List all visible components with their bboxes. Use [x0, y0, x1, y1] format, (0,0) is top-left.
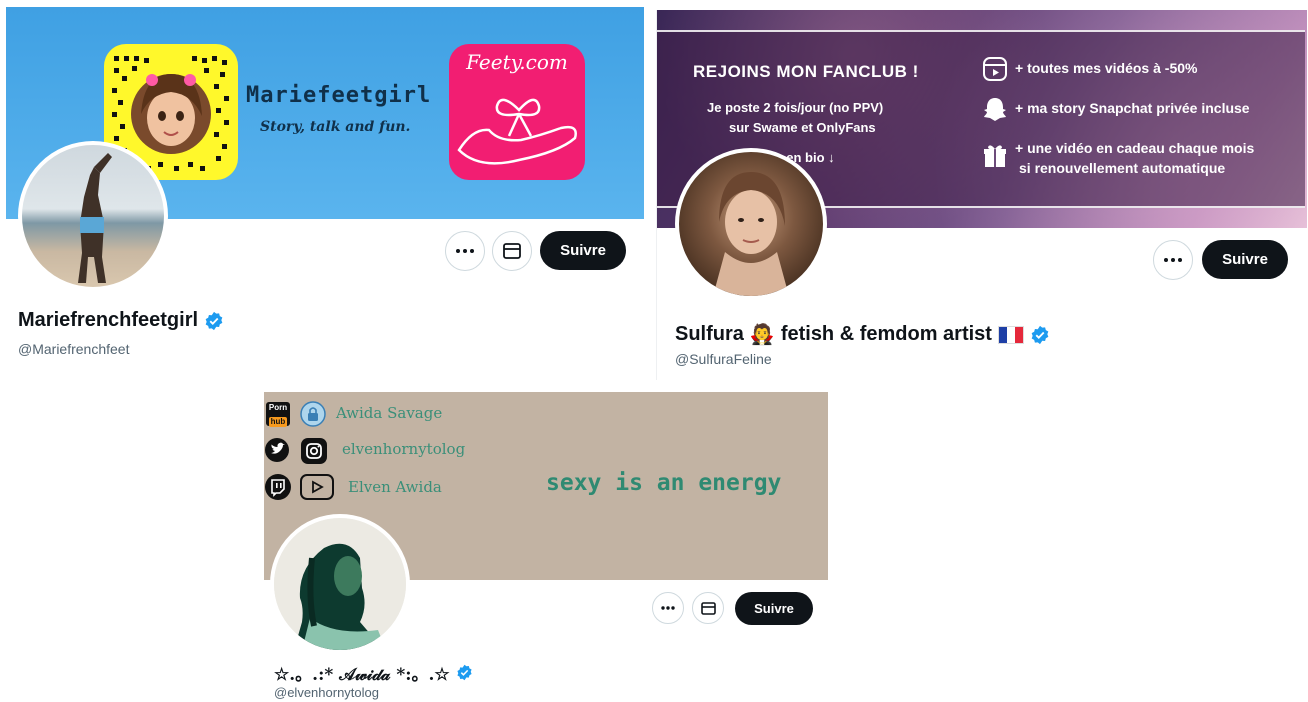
- twitter-icon: [265, 438, 289, 462]
- avatar[interactable]: [675, 148, 827, 300]
- display-name-part-1: Sulfura: [675, 323, 744, 345]
- verified-badge-icon: [457, 664, 472, 681]
- more-dots-icon: [661, 606, 675, 610]
- envelope-icon: [700, 601, 716, 615]
- banner-subline-1: Je poste 2 fois/jour (no PPV): [707, 100, 884, 115]
- banner-bullet-2: + ma story Snapchat privée incluse: [1015, 100, 1250, 116]
- brand-tagline: Story, talk and fun.: [260, 119, 411, 135]
- avatar[interactable]: [18, 141, 168, 291]
- profile-card-mariefrenchfeetgirl: Mariefeetgirl Story, talk and fun. Feety…: [6, 7, 644, 369]
- profile-card-sulfurafeline: REJOINS MON FANCLUB ! Je poste 2 fois/jo…: [656, 10, 1307, 380]
- message-button[interactable]: [492, 231, 532, 271]
- more-options-button[interactable]: [445, 231, 485, 271]
- display-name-text: Mariefrenchfeetgirl: [18, 309, 199, 331]
- profile-card-elvenhornytolog: Porn hub Awida Savage elvenhornytolog El…: [264, 392, 830, 700]
- vampire-emoji: 🧛: [749, 324, 775, 346]
- avatar[interactable]: [270, 514, 410, 654]
- lock-icon: [300, 401, 326, 427]
- banner-bullet-1: + toutes mes vidéos à -50%: [1015, 60, 1198, 76]
- follow-button[interactable]: Suivre: [735, 592, 813, 625]
- verified-badge-icon: [205, 311, 223, 330]
- display-name: Mariefrenchfeetgirl: [18, 309, 224, 332]
- banner-slogan: sexy is an energy: [546, 470, 782, 496]
- french-flag-icon: [997, 325, 1024, 344]
- more-options-button[interactable]: [1153, 240, 1193, 280]
- instagram-icon: [301, 438, 327, 464]
- follow-button[interactable]: Suivre: [1202, 240, 1288, 279]
- foot-ribbon-icon: [457, 98, 577, 165]
- banner-bullet-3a: + une vidéo en cadeau chaque mois: [1015, 140, 1255, 156]
- banner-headline: REJOINS MON FANCLUB !: [693, 62, 919, 81]
- banner-link-1: Awida Savage: [336, 404, 443, 422]
- pornhub-icon: Porn hub: [266, 402, 290, 427]
- display-name-part-2: fetish & femdom artist: [780, 323, 992, 345]
- feety-logo: Feety.com: [449, 44, 585, 180]
- brand-title: Mariefeetgirl: [246, 83, 432, 108]
- handle: @SulfuraFeline: [675, 351, 772, 367]
- display-name: ☆.。.:* 𝒜𝓌𝒾𝒹𝒶 *:。.☆: [274, 660, 473, 685]
- more-options-button[interactable]: [652, 592, 684, 624]
- banner-bullet-3b: si renouvellement automatique: [1019, 160, 1226, 176]
- more-dots-icon: [456, 249, 474, 253]
- follow-button[interactable]: Suivre: [540, 231, 626, 270]
- envelope-icon: [503, 243, 521, 259]
- feety-label: Feety.com: [466, 50, 568, 74]
- handle: @Mariefrenchfeet: [18, 341, 130, 357]
- gift-icon: [984, 145, 1006, 167]
- message-button[interactable]: [692, 592, 724, 624]
- handle: @elvenhornytolog: [274, 685, 379, 700]
- reels-icon: [983, 57, 1007, 81]
- display-name: Sulfura 🧛 fetish & femdom artist: [675, 322, 1050, 347]
- banner-subline-2: sur Swame et OnlyFans: [729, 120, 876, 135]
- twitch-icon: [265, 474, 291, 500]
- verified-badge-icon: [1031, 325, 1049, 344]
- more-dots-icon: [1164, 258, 1182, 262]
- banner-link-3: Elven Awida: [348, 478, 442, 496]
- youtube-icon: [300, 474, 334, 500]
- banner-link-2: elvenhornytolog: [342, 440, 466, 458]
- display-name-text: ☆.。.:* 𝒜𝓌𝒾𝒹𝒶 *:。.☆: [274, 665, 450, 685]
- snapchat-ghost-icon: [984, 98, 1006, 121]
